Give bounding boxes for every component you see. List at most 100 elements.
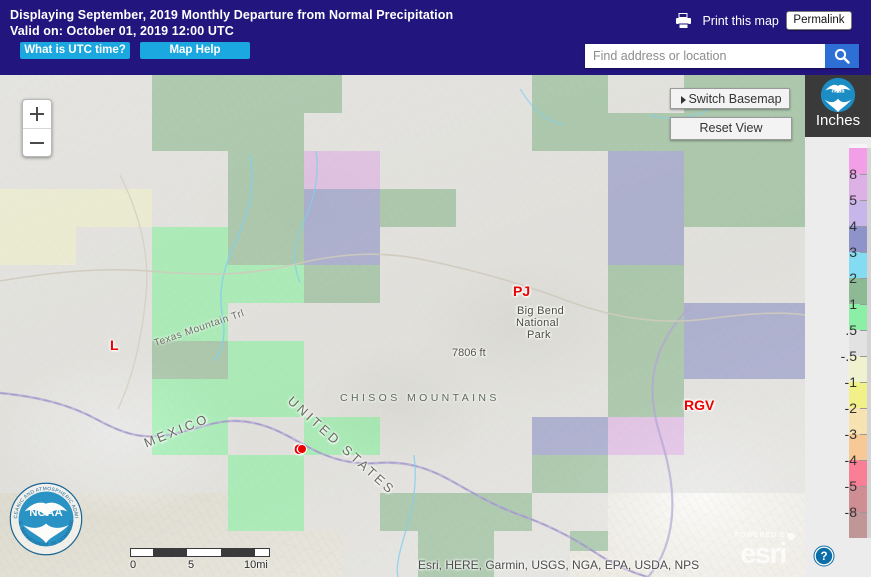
precip-cell bbox=[304, 417, 380, 455]
zoom-control bbox=[22, 99, 52, 157]
switch-basemap-label: Switch Basemap bbox=[688, 92, 782, 106]
precip-cell bbox=[684, 417, 805, 455]
precip-cell bbox=[456, 341, 532, 379]
legend-tick-label: -2 bbox=[844, 400, 857, 416]
scale-label-0: 0 bbox=[130, 559, 137, 571]
legend-tick-label: -8 bbox=[844, 504, 857, 520]
legend-band-side bbox=[867, 382, 871, 408]
legend-unit-label: Inches bbox=[815, 112, 861, 129]
legend-band-side bbox=[867, 304, 871, 330]
precip-cell bbox=[380, 341, 456, 379]
precip-cell bbox=[684, 455, 805, 493]
precip-cell bbox=[456, 303, 532, 341]
legend-tick bbox=[860, 434, 867, 435]
precip-cell bbox=[304, 227, 380, 265]
noaa-badge-text: noaa bbox=[832, 88, 846, 94]
precip-cell bbox=[532, 151, 608, 189]
legend-tick-label: -1 bbox=[844, 374, 857, 390]
precip-cell bbox=[152, 455, 228, 493]
search-icon bbox=[834, 48, 850, 64]
precip-cell bbox=[304, 379, 380, 417]
precip-cell bbox=[228, 493, 304, 531]
precip-cell bbox=[532, 189, 608, 227]
help-button[interactable]: ? bbox=[813, 545, 835, 567]
precip-cell bbox=[228, 303, 304, 341]
legend-tick-label: -5 bbox=[844, 478, 857, 494]
legend-tick-label: 2 bbox=[849, 270, 857, 286]
precip-cell bbox=[0, 379, 76, 417]
precip-cell bbox=[380, 265, 456, 303]
map-help-button[interactable]: Map Help bbox=[140, 42, 250, 59]
chevron-right-icon bbox=[681, 96, 686, 104]
precip-cell bbox=[76, 75, 152, 113]
legend-tick bbox=[860, 460, 867, 461]
precip-cell bbox=[342, 531, 418, 577]
print-this-map-button[interactable]: Print this map bbox=[675, 12, 779, 32]
printer-icon bbox=[675, 12, 693, 29]
legend-band-side bbox=[867, 200, 871, 226]
legend-tick bbox=[860, 356, 867, 357]
precip-cell bbox=[304, 493, 380, 531]
precip-cell bbox=[570, 531, 608, 551]
legend-band-side bbox=[867, 252, 871, 278]
legend-band-side bbox=[867, 226, 871, 252]
precip-cell bbox=[76, 151, 152, 189]
legend-tick-label: 4 bbox=[849, 218, 857, 234]
precip-cell bbox=[684, 379, 805, 417]
precip-cell bbox=[0, 303, 76, 341]
page-title: Displaying September, 2019 Monthly Depar… bbox=[10, 8, 454, 22]
precip-cell bbox=[532, 417, 608, 455]
precip-cell bbox=[152, 303, 228, 341]
search-input[interactable] bbox=[585, 44, 825, 68]
reset-view-button[interactable]: Reset View bbox=[670, 117, 792, 140]
precip-cell bbox=[684, 189, 805, 227]
precip-cell bbox=[684, 151, 805, 189]
precip-cell bbox=[228, 189, 304, 227]
precip-cell bbox=[76, 379, 152, 417]
search-button[interactable] bbox=[825, 44, 859, 68]
precip-cell bbox=[380, 113, 456, 151]
zoom-out-button[interactable] bbox=[23, 128, 51, 157]
precip-cell bbox=[608, 265, 684, 303]
precip-cell bbox=[608, 151, 684, 189]
precip-cell bbox=[532, 303, 608, 341]
permalink-button[interactable]: Permalink bbox=[786, 11, 852, 30]
scale-label-5: 5 bbox=[188, 559, 195, 571]
precip-cell bbox=[0, 227, 76, 265]
legend-tick bbox=[860, 304, 867, 305]
precip-cell bbox=[304, 113, 380, 151]
what-is-utc-time-button[interactable]: What is UTC time? bbox=[20, 42, 130, 59]
precip-cell bbox=[380, 189, 456, 227]
legend-tick bbox=[860, 278, 867, 279]
map-canvas[interactable]: Texas Mountain Trl 7806 ft CHISOS MOUNTA… bbox=[0, 75, 805, 577]
precip-cell bbox=[532, 227, 608, 265]
precip-cell bbox=[304, 189, 380, 227]
noaa-precipitation-map-app: Displaying September, 2019 Monthly Depar… bbox=[0, 0, 871, 577]
precip-cell bbox=[304, 455, 380, 493]
precip-cell bbox=[228, 455, 304, 493]
legend-band-side bbox=[867, 148, 871, 174]
precip-cell bbox=[418, 75, 532, 113]
precip-cell bbox=[380, 379, 456, 417]
legend-tick bbox=[860, 512, 867, 513]
zoom-in-button[interactable] bbox=[23, 100, 51, 128]
legend-band-side bbox=[867, 434, 871, 460]
minus-icon bbox=[30, 142, 44, 144]
precip-cell bbox=[608, 341, 684, 379]
precip-cell bbox=[152, 417, 228, 455]
precip-cell bbox=[76, 189, 152, 227]
valid-time-text: Valid on: October 01, 2019 12:00 UTC bbox=[10, 24, 234, 38]
legend-tick-label: 5 bbox=[849, 192, 857, 208]
legend-tick bbox=[860, 408, 867, 409]
switch-basemap-button[interactable]: Switch Basemap bbox=[670, 88, 790, 109]
precip-cell bbox=[456, 379, 532, 417]
scale-label-10: 10mi bbox=[244, 559, 268, 571]
precipitation-cell-layer bbox=[0, 75, 805, 577]
precip-cell bbox=[456, 189, 532, 227]
precip-cell bbox=[684, 303, 805, 341]
page-header: Displaying September, 2019 Monthly Depar… bbox=[0, 0, 871, 75]
precip-cell bbox=[152, 75, 228, 113]
station-point-c[interactable] bbox=[298, 445, 306, 453]
precip-cell bbox=[456, 417, 532, 455]
legend-band-side bbox=[867, 330, 871, 356]
